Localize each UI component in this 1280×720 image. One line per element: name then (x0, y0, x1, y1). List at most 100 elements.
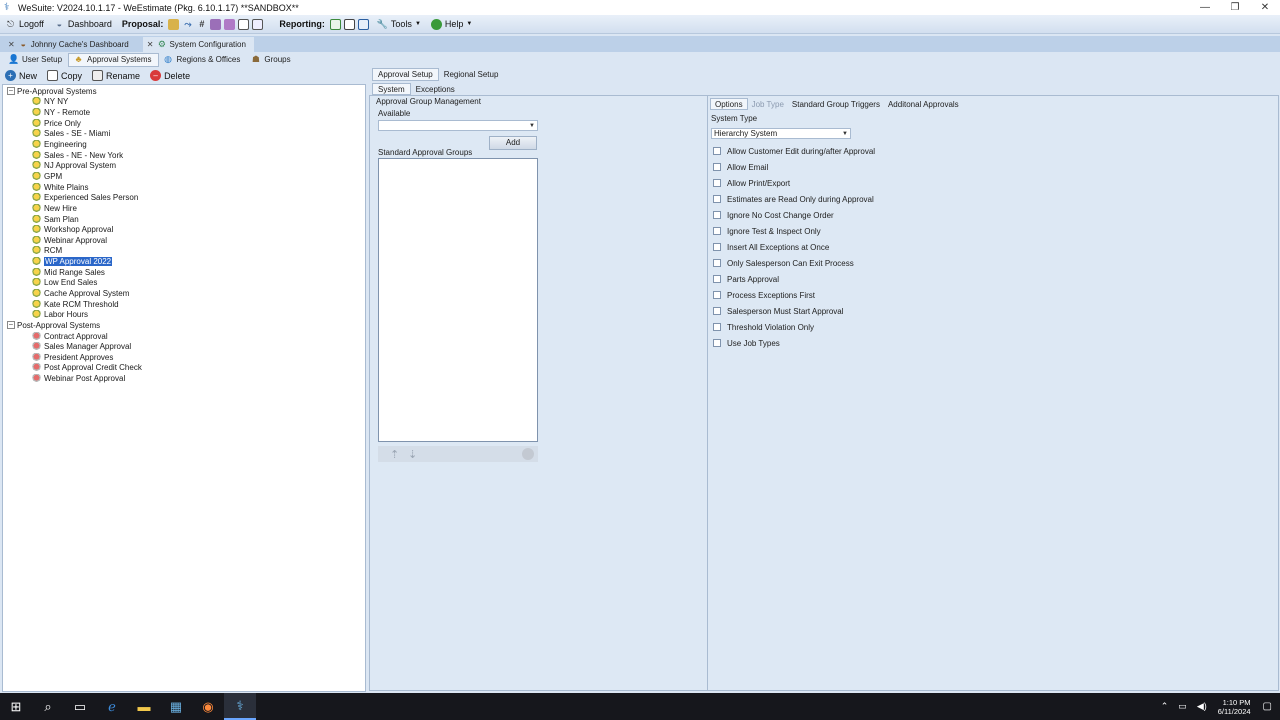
option-checkbox-row[interactable]: Process Exceptions First (711, 287, 1111, 303)
tab-exceptions[interactable]: Exceptions (411, 83, 460, 95)
option-checkbox-row[interactable]: Use Job Types (711, 335, 1111, 351)
chevron-up-icon[interactable]: ⌃ (1161, 701, 1169, 712)
tab-groups[interactable]: ☗ Groups (246, 53, 296, 67)
tree-item[interactable]: Sam Plan (7, 214, 363, 225)
option-checkbox-row[interactable]: Threshold Violation Only (711, 319, 1111, 335)
tree-item[interactable]: President Approves (7, 352, 363, 363)
tree-root-post-approval[interactable]: – Post-Approval Systems (7, 320, 363, 331)
clock[interactable]: 1:10 PM 6/11/2024 (1218, 698, 1251, 716)
tab-regions-offices[interactable]: ◍ Regions & Offices (159, 53, 247, 67)
checkbox[interactable] (713, 259, 721, 267)
task-view-icon[interactable]: ▭ (64, 693, 96, 720)
checkbox[interactable] (713, 243, 721, 251)
tree-item[interactable]: Engineering (7, 139, 363, 150)
rename-button[interactable]: Rename (87, 70, 145, 81)
firefox-icon[interactable]: ◉ (192, 693, 224, 720)
option-checkbox-row[interactable]: Allow Customer Edit during/after Approva… (711, 143, 1111, 159)
tree-item[interactable]: Sales - NE - New York (7, 150, 363, 161)
close-tab-icon[interactable]: ✕ (147, 40, 154, 49)
app-icon[interactable]: ▦ (160, 693, 192, 720)
add-button[interactable]: Add (489, 136, 537, 150)
option-checkbox-row[interactable]: Only Salesperson Can Exit Process (711, 255, 1111, 271)
report-table-icon[interactable] (357, 18, 369, 30)
windows-start-icon[interactable]: ⊞ (0, 693, 32, 720)
checkbox[interactable] (713, 275, 721, 283)
proposal-grid-icon[interactable]: # (196, 19, 207, 30)
tab-options[interactable]: Options (710, 98, 748, 110)
checkbox[interactable] (713, 179, 721, 187)
tree-item[interactable]: Sales Manager Approval (7, 341, 363, 352)
tree-item[interactable]: Price Only (7, 118, 363, 129)
restore-button[interactable]: ❐ (1220, 0, 1250, 15)
tree-item[interactable]: Sales - SE - Miami (7, 129, 363, 140)
tree-item[interactable]: NJ Approval System (7, 160, 363, 171)
option-checkbox-row[interactable]: Parts Approval (711, 271, 1111, 287)
tree-item[interactable]: Workshop Approval (7, 224, 363, 235)
tree-root-pre-approval[interactable]: – Pre-Approval Systems (7, 86, 363, 97)
checkbox[interactable] (713, 323, 721, 331)
tab-johnny-cache-dashboard[interactable]: ✕ ◒ Johnny Cache's Dashboard (4, 37, 137, 52)
dashboard-button[interactable]: ◒ Dashboard (49, 15, 117, 34)
proposal-tool-icon[interactable]: ⤳ (182, 19, 193, 30)
report-check-icon[interactable] (329, 18, 341, 30)
standard-groups-list[interactable] (378, 158, 538, 442)
proposal-chart-icon[interactable] (168, 18, 180, 30)
tree-item[interactable]: WP Approval 2022 (7, 256, 363, 267)
tree-item[interactable]: White Plains (7, 182, 363, 193)
tree-item[interactable]: Mid Range Sales (7, 267, 363, 278)
tree-item[interactable]: NY NY (7, 97, 363, 108)
tab-regional-setup[interactable]: Regional Setup (439, 68, 504, 81)
checkbox[interactable] (713, 163, 721, 171)
available-select[interactable]: ▼ (378, 120, 538, 131)
tab-approval-setup[interactable]: Approval Setup (372, 68, 439, 81)
tree-item[interactable]: RCM (7, 246, 363, 257)
notifications-icon[interactable]: ▢ (1263, 701, 1272, 712)
checkbox[interactable] (713, 147, 721, 155)
checkbox[interactable] (713, 291, 721, 299)
logoff-button[interactable]: ⎋ Logoff (0, 15, 49, 34)
proposal-clipboard-icon[interactable] (224, 18, 236, 30)
tree-item[interactable]: Cache Approval System (7, 288, 363, 299)
minimize-button[interactable]: — (1190, 0, 1220, 15)
tree-item[interactable]: Experienced Sales Person (7, 192, 363, 203)
checkbox[interactable] (713, 227, 721, 235)
tree-item[interactable]: Post Approval Credit Check (7, 363, 363, 374)
tree-item[interactable]: Labor Hours (7, 309, 363, 320)
checkbox[interactable] (713, 307, 721, 315)
tree-item[interactable]: Low End Sales (7, 278, 363, 289)
tab-user-setup[interactable]: 👤 User Setup (4, 53, 68, 67)
system-type-select[interactable]: Hierarchy System ▼ (711, 128, 851, 139)
option-checkbox-row[interactable]: Insert All Exceptions at Once (711, 239, 1111, 255)
proposal-page-icon[interactable] (238, 18, 250, 30)
volume-icon[interactable]: ◀) (1197, 701, 1207, 712)
delete-button[interactable]: – Delete (145, 70, 195, 81)
tree-item[interactable]: Kate RCM Threshold (7, 299, 363, 310)
collapse-icon[interactable]: – (7, 321, 15, 330)
tree-item[interactable]: NY - Remote (7, 107, 363, 118)
remove-icon[interactable] (522, 448, 534, 460)
move-down-icon[interactable]: ⇣ (408, 448, 417, 461)
wesuite-taskbar-icon[interactable]: ⚕ (224, 693, 256, 720)
edge-browser-icon[interactable]: ℯ (96, 693, 128, 720)
tree-item[interactable]: Webinar Post Approval (7, 373, 363, 384)
network-icon[interactable]: ▭ (1178, 701, 1187, 712)
copy-button[interactable]: Copy (42, 70, 87, 81)
search-icon[interactable]: ⌕ (32, 693, 64, 720)
option-checkbox-row[interactable]: Allow Email (711, 159, 1111, 175)
close-tab-icon[interactable]: ✕ (8, 40, 15, 49)
option-checkbox-row[interactable]: Salesperson Must Start Approval (711, 303, 1111, 319)
tree-item[interactable]: Webinar Approval (7, 235, 363, 246)
move-up-icon[interactable]: ⇡ (390, 448, 399, 461)
tree-item[interactable]: Contract Approval (7, 331, 363, 342)
close-window-button[interactable]: ✕ (1250, 0, 1280, 15)
tab-additional-approvals[interactable]: Additonal Approvals (884, 98, 963, 110)
tab-system[interactable]: System (372, 83, 411, 95)
checkbox[interactable] (713, 339, 721, 347)
new-button[interactable]: + New (0, 70, 42, 81)
checkbox[interactable] (713, 195, 721, 203)
report-chart-icon[interactable] (343, 18, 355, 30)
checkbox[interactable] (713, 211, 721, 219)
option-checkbox-row[interactable]: Allow Print/Export (711, 175, 1111, 191)
help-menu[interactable]: Help ▼ (426, 15, 477, 34)
tab-approval-systems[interactable]: ♣ Approval Systems (68, 52, 159, 67)
